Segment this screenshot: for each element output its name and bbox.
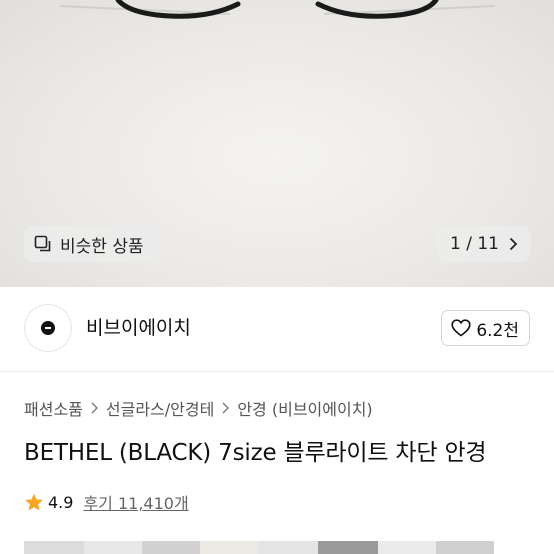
chevron-right-icon: [91, 402, 98, 414]
image-pager[interactable]: 1 / 11: [438, 226, 530, 262]
thumbnail[interactable]: [258, 541, 318, 554]
star-icon: [24, 493, 44, 512]
like-button[interactable]: 6.2천: [441, 310, 530, 346]
thumbnail[interactable]: [24, 541, 84, 554]
chevron-right-icon: [509, 237, 518, 251]
thumbnail[interactable]: [142, 541, 200, 554]
like-count: 6.2천: [476, 320, 519, 341]
thumbnail[interactable]: [84, 541, 142, 554]
brand-logo[interactable]: [24, 304, 72, 352]
thumbnail[interactable]: [436, 541, 494, 554]
thumbnail-strip: [24, 541, 554, 554]
brand-name[interactable]: 비브이에이치: [86, 313, 191, 340]
product-title: BETHEL (BLACK) 7size 블루라이트 차단 안경: [24, 440, 487, 466]
heart-icon: [451, 319, 471, 337]
rating-score: 4.9: [48, 492, 74, 512]
review-count-link[interactable]: 후기 11,410개: [83, 490, 188, 514]
thumbnail[interactable]: [318, 541, 378, 554]
rating-row: 4.9 후기 11,410개: [24, 490, 189, 514]
breadcrumb: 패션소품 선글라스/안경테 안경 (비브이에이치): [24, 396, 373, 420]
breadcrumb-item[interactable]: 안경 (비브이에이치): [237, 396, 372, 420]
thumbnail[interactable]: [378, 541, 436, 554]
breadcrumb-item[interactable]: 패션소품: [24, 396, 83, 420]
breadcrumb-item[interactable]: 선글라스/안경테: [106, 396, 214, 420]
product-image[interactable]: 비슷한 상품 1 / 11: [0, 0, 554, 287]
similar-products-label: 비슷한 상품: [60, 236, 144, 257]
similar-products-button[interactable]: 비슷한 상품: [24, 226, 158, 262]
thumbnail[interactable]: [200, 541, 258, 554]
similar-items-icon: [34, 235, 52, 253]
chevron-right-icon: [222, 402, 230, 414]
image-pager-count: 1 / 11: [450, 234, 499, 254]
brand-row: 비브이에이치 6.2천: [0, 287, 554, 372]
glasses-image: [59, 0, 495, 19]
